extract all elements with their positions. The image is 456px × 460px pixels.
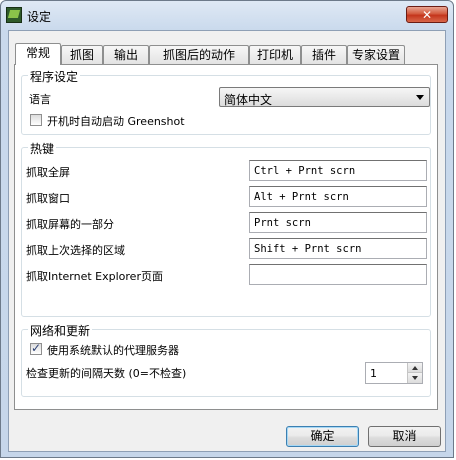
autostart-checkbox[interactable] — [30, 114, 42, 126]
hotkey-label-region: 抓取屏幕的一部分 — [26, 218, 114, 231]
language-select[interactable]: 简体中文 — [219, 87, 430, 107]
settings-window: 设定 ✕ 常规 抓图 输出 抓图后的动作 打印机 插件 专家设置 程序设定 语言… — [0, 0, 454, 458]
ok-button[interactable]: 确定 — [286, 426, 359, 447]
autostart-label: 开机时自动启动 Greenshot — [47, 115, 185, 128]
program-settings-group: 程序设定 语言 简体中文 开机时自动启动 Greenshot — [21, 68, 431, 135]
update-interval-label: 检查更新的间隔天数 (0=不检查) — [26, 367, 187, 380]
tab-expert[interactable]: 专家设置 — [347, 45, 405, 64]
tab-after-capture[interactable]: 抓图后的动作 — [149, 45, 249, 64]
hotkey-label-fullscreen: 抓取全屏 — [26, 166, 70, 179]
update-interval-stepper[interactable]: 1 — [365, 362, 423, 384]
proxy-label: 使用系统默认的代理服务器 — [47, 344, 179, 357]
hotkey-label-ie: 抓取Internet Explorer页面 — [26, 270, 163, 283]
tab-output[interactable]: 输出 — [103, 45, 149, 64]
language-select-value: 简体中文 — [224, 93, 273, 107]
hotkey-field-region[interactable]: Prnt scrn — [249, 212, 427, 233]
hotkey-field-last-region[interactable]: Shift + Prnt scrn — [249, 238, 427, 259]
tab-plugins[interactable]: 插件 — [301, 45, 347, 64]
update-interval-value: 1 — [370, 367, 377, 380]
tab-printer[interactable]: 打印机 — [249, 45, 301, 64]
tab-general[interactable]: 常规 — [15, 43, 61, 65]
chevron-down-icon — [416, 95, 424, 100]
title-bar[interactable]: 设定 ✕ — [1, 1, 453, 29]
hotkeys-group: 热键 抓取全屏 Ctrl + Prnt scrn 抓取窗口 Alt + Prnt… — [21, 140, 431, 317]
language-label: 语言 — [29, 93, 51, 106]
network-group: 网络和更新 使用系统默认的代理服务器 检查更新的间隔天数 (0=不检查) 1 — [21, 322, 431, 397]
hotkey-field-ie[interactable] — [249, 264, 427, 285]
window-title: 设定 — [27, 10, 52, 24]
tab-capture[interactable]: 抓图 — [61, 45, 103, 64]
hotkey-field-window[interactable]: Alt + Prnt scrn — [249, 186, 427, 207]
hotkey-label-last-region: 抓取上次选择的区域 — [26, 244, 125, 257]
stepper-buttons — [407, 363, 422, 383]
network-legend: 网络和更新 — [28, 322, 93, 339]
stepper-down-icon[interactable] — [407, 373, 422, 383]
close-button[interactable]: ✕ — [406, 6, 448, 23]
cancel-button[interactable]: 取消 — [368, 426, 441, 447]
proxy-checkbox[interactable] — [30, 341, 42, 355]
hotkeys-legend: 热键 — [28, 140, 57, 157]
hotkey-field-fullscreen[interactable]: Ctrl + Prnt scrn — [249, 160, 427, 181]
dialog-client: 常规 抓图 输出 抓图后的动作 打印机 插件 专家设置 程序设定 语言 简体中文… — [8, 30, 446, 452]
tab-panel-general: 程序设定 语言 简体中文 开机时自动启动 Greenshot 热键 抓取全屏 C… — [14, 64, 438, 410]
greenshot-app-icon — [6, 7, 22, 23]
hotkey-label-window: 抓取窗口 — [26, 192, 70, 205]
stepper-up-icon[interactable] — [407, 363, 422, 373]
program-settings-legend: 程序设定 — [28, 68, 81, 85]
